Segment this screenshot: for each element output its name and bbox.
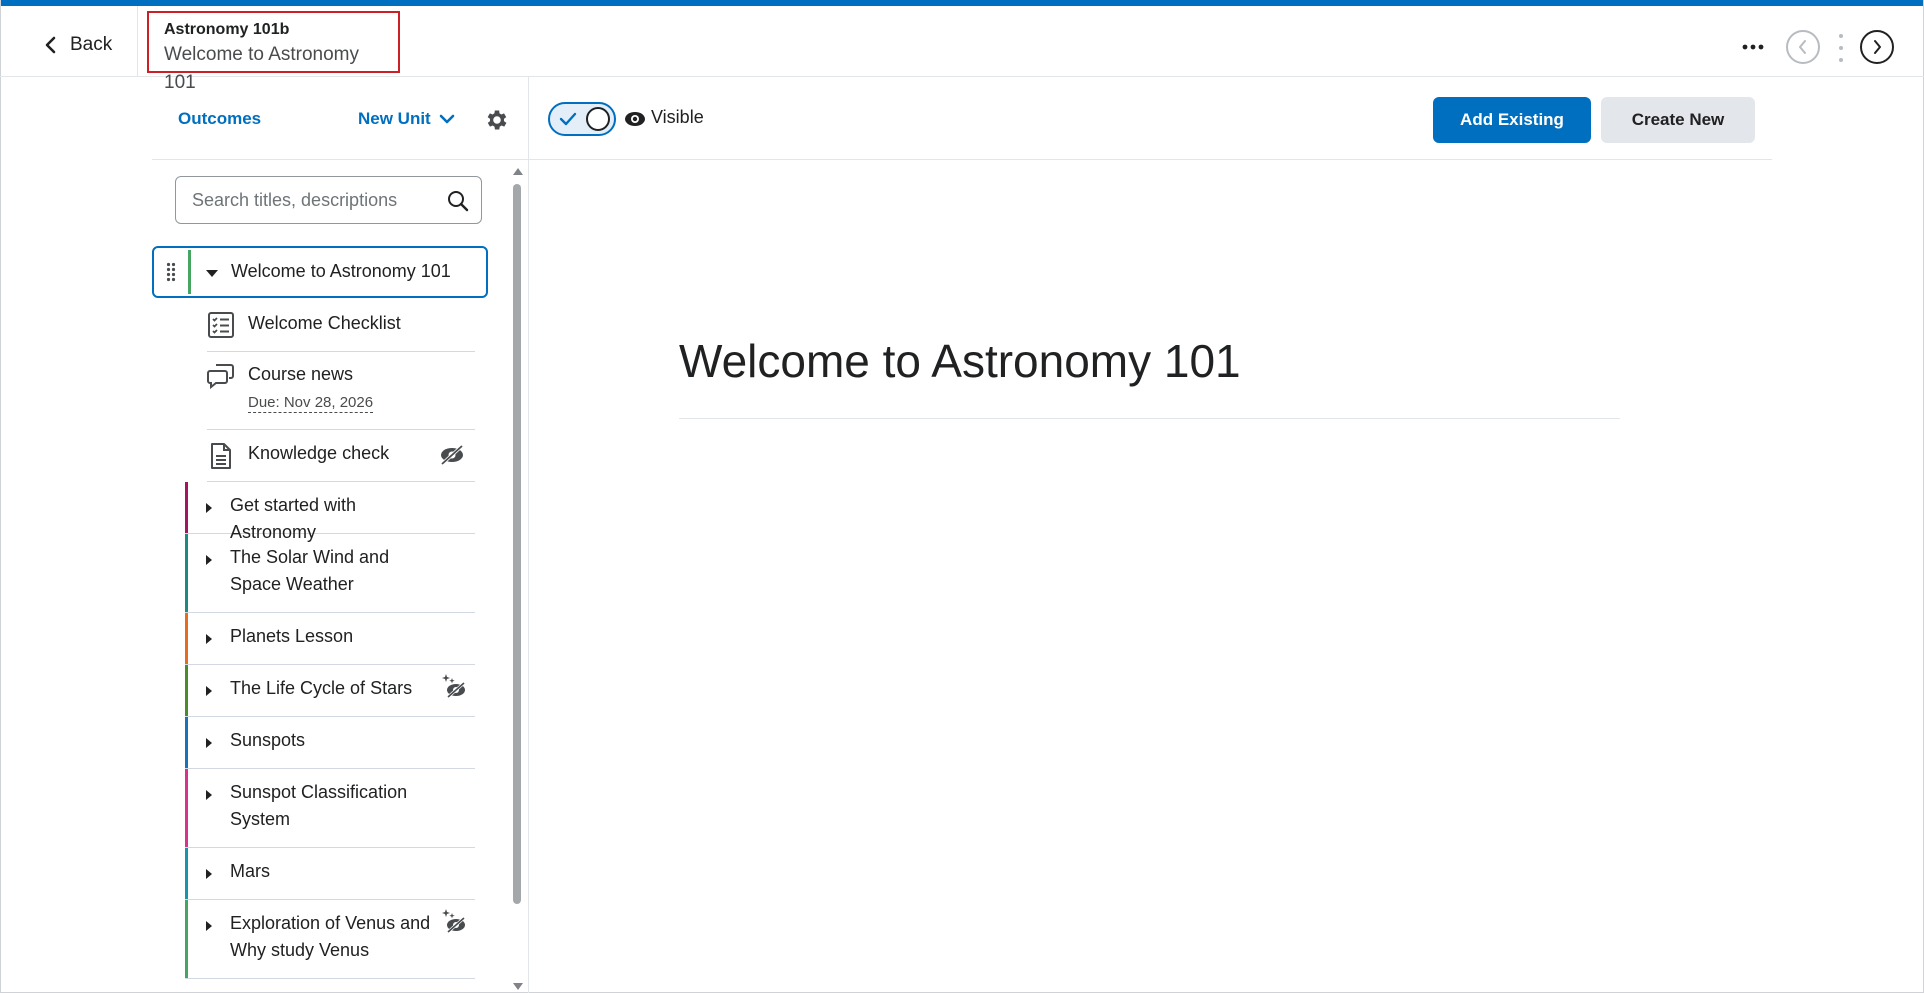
- eye-icon: [625, 112, 645, 126]
- toolbar-divider: [529, 159, 1772, 160]
- course-name: Astronomy 101b: [164, 21, 290, 38]
- caret-right-icon[interactable]: [206, 634, 212, 644]
- tree-unit-venus[interactable]: Exploration of Venus and Why study Venus: [185, 900, 475, 979]
- tree-unit-mars[interactable]: Mars: [185, 848, 475, 900]
- tree-unit-sunspot-classification[interactable]: Sunspot Classification System: [185, 769, 475, 848]
- unit-label: Planets Lesson: [230, 626, 354, 646]
- scroll-up-arrow-icon[interactable]: [513, 168, 523, 175]
- chevron-right-icon: [1874, 40, 1881, 54]
- chevron-left-icon: [45, 36, 56, 54]
- back-button[interactable]: Back: [44, 30, 112, 60]
- unit-color-bar: [185, 534, 188, 612]
- more-options-button[interactable]: [1738, 32, 1768, 62]
- back-label: Back: [70, 34, 113, 55]
- header: Back Astronomy 101b Welcome to Astronomy…: [0, 6, 1924, 93]
- caret-right-icon[interactable]: [206, 738, 212, 748]
- unit-label: Exploration of Venus and Why study Venus: [230, 913, 431, 960]
- create-new-button[interactable]: Create New: [1601, 97, 1755, 143]
- column-divider: [528, 77, 529, 993]
- item-label: Course news: [248, 364, 354, 384]
- unit-color-bar: [185, 482, 188, 533]
- next-topic-button[interactable]: [1860, 30, 1894, 64]
- toggle-knob: [586, 107, 610, 131]
- tree-unit-get-started[interactable]: Get started with Astronomy: [185, 482, 475, 542]
- caret-right-icon[interactable]: [206, 869, 212, 879]
- unit-label: Sunspots: [230, 730, 306, 750]
- tree-unit-planets-lesson[interactable]: Planets Lesson: [185, 613, 475, 665]
- unit-color-bar: [185, 900, 188, 978]
- tree-item-welcome-checklist[interactable]: Welcome Checklist: [207, 300, 475, 352]
- nav-separator: [1838, 34, 1844, 62]
- visibility-label: Visible: [651, 107, 704, 127]
- unit-color-bar: [185, 769, 188, 847]
- eye-hidden-icon: [440, 444, 464, 466]
- unit-color-bar: [185, 613, 188, 664]
- unit-label: The Life Cycle of Stars: [230, 678, 413, 698]
- previous-topic-button[interactable]: [1786, 30, 1820, 64]
- chevron-left-icon: [1799, 40, 1806, 54]
- tree-item-course-news[interactable]: Course news Due: Nov 28, 2026: [207, 352, 475, 430]
- caret-right-icon[interactable]: [206, 790, 212, 800]
- unit-color-bar: [185, 848, 188, 899]
- unit-label: Mars: [230, 861, 270, 881]
- unit-label: Sunspot Classification System: [230, 782, 408, 829]
- caret-right-icon[interactable]: [206, 503, 212, 513]
- visibility-toggle[interactable]: [548, 102, 616, 136]
- scrollbar-thumb[interactable]: [513, 184, 521, 904]
- scheduled-visibility-icon: [442, 909, 465, 934]
- tree-unit-sunspots[interactable]: Sunspots: [185, 717, 475, 769]
- caret-right-icon[interactable]: [206, 921, 212, 931]
- caret-right-icon[interactable]: [206, 686, 212, 696]
- scheduled-visibility-icon: [442, 674, 465, 699]
- search-icon[interactable]: [446, 189, 470, 213]
- new-unit-button[interactable]: New Unit: [358, 109, 455, 129]
- tree-unit-selected[interactable]: Welcome to Astronomy 101: [152, 246, 488, 298]
- due-date: Due: Nov 28, 2026: [248, 394, 374, 413]
- checklist-icon: [208, 312, 234, 338]
- unit-color-bar: [185, 717, 188, 768]
- unit-color-bar: [188, 250, 191, 294]
- search-input[interactable]: [176, 177, 436, 223]
- title-divider: [679, 418, 1620, 419]
- chevron-down-icon: [439, 114, 455, 124]
- sidebar-scrollbar[interactable]: [510, 164, 524, 990]
- item-label: Knowledge check: [248, 443, 390, 463]
- scroll-down-arrow-icon[interactable]: [513, 983, 523, 990]
- unit-color-bar: [185, 665, 188, 716]
- more-horizontal-icon: [1742, 44, 1764, 50]
- tree-item-knowledge-check[interactable]: Knowledge check: [207, 430, 475, 482]
- caret-right-icon[interactable]: [206, 555, 212, 565]
- settings-gear-icon[interactable]: [484, 107, 510, 133]
- drag-handle-icon[interactable]: [166, 262, 176, 282]
- caret-down-icon[interactable]: [206, 270, 218, 277]
- search-field: [175, 176, 482, 224]
- page-title: Welcome to Astronomy 101: [679, 335, 1241, 387]
- document-icon: [211, 443, 231, 469]
- sidebar-divider: [152, 159, 529, 160]
- discussion-icon: [207, 364, 234, 390]
- add-existing-button[interactable]: Add Existing: [1433, 97, 1591, 143]
- header-divider: [137, 6, 138, 76]
- tree-unit-life-cycle-stars[interactable]: The Life Cycle of Stars: [185, 665, 475, 717]
- tree-unit-solar-wind[interactable]: The Solar Wind and Space Weather: [185, 534, 475, 613]
- breadcrumb: Astronomy 101b Welcome to Astronomy 101: [147, 11, 400, 93]
- item-label: Welcome Checklist: [248, 313, 401, 333]
- unit-label: The Solar Wind and Space Weather: [230, 547, 390, 594]
- check-icon: [559, 112, 577, 126]
- breadcrumb-title: Welcome to Astronomy 101: [164, 44, 360, 93]
- new-unit-label: New Unit: [358, 109, 431, 128]
- unit-label: Welcome to Astronomy 101: [231, 261, 451, 281]
- outcomes-link[interactable]: Outcomes: [178, 109, 261, 129]
